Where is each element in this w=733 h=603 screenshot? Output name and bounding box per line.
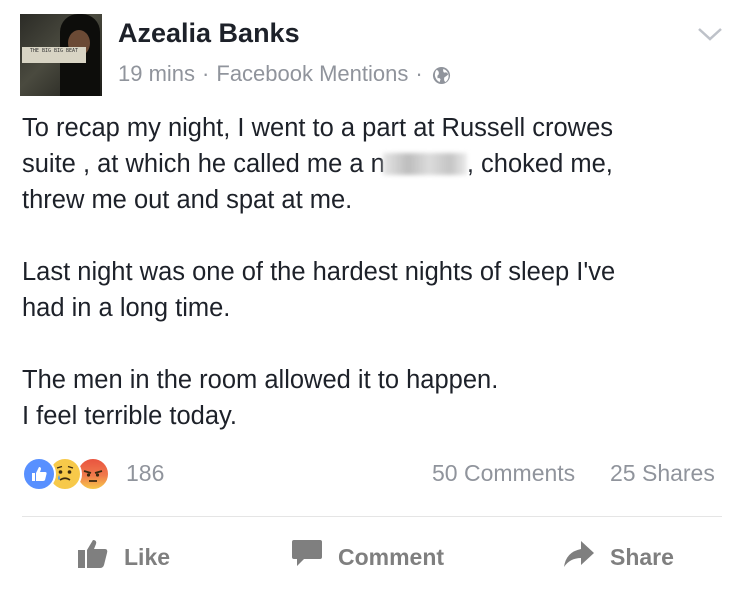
- like-label: Like: [124, 543, 171, 570]
- post-body: To recap my night, I went to a part at R…: [22, 110, 722, 470]
- post-time[interactable]: 19 mins: [118, 61, 195, 87]
- share-label: Share: [610, 543, 674, 570]
- like-button[interactable]: Like: [76, 540, 170, 574]
- chevron-down-icon[interactable]: [696, 24, 724, 44]
- like-reaction-icon: [22, 457, 56, 491]
- reaction-count[interactable]: 186: [126, 460, 164, 487]
- post-source[interactable]: Facebook Mentions: [216, 61, 408, 87]
- share-arrow-icon: [562, 539, 596, 575]
- avatar-caption: THE BIG BIG BEAT: [22, 47, 86, 63]
- avatar[interactable]: THE BIG BIG BEAT: [20, 14, 102, 96]
- comment-label: Comment: [338, 543, 445, 570]
- author-name[interactable]: Azealia Banks: [118, 18, 300, 49]
- globe-icon[interactable]: [432, 65, 451, 84]
- censored-word: [382, 153, 467, 175]
- meta-separator: ·: [202, 61, 210, 86]
- meta-separator: ·: [415, 61, 423, 86]
- post-paragraph: To recap my night, I went to a part at R…: [22, 110, 722, 218]
- post-paragraph: The men in the room allowed it to happen…: [22, 366, 499, 430]
- share-button[interactable]: Share: [562, 540, 674, 574]
- speech-bubble-icon: [290, 538, 324, 576]
- post-paragraph: Last night was one of the hardest nights…: [22, 258, 616, 322]
- comment-button[interactable]: Comment: [290, 540, 444, 574]
- post-meta: 19 mins · Facebook Mentions ·: [118, 61, 451, 87]
- avatar-caption-text: THE BIG BIG BEAT: [29, 48, 79, 54]
- comment-count[interactable]: 50 Comments: [432, 460, 575, 487]
- thumbs-up-icon: [76, 538, 110, 576]
- reaction-icons[interactable]: [22, 457, 122, 491]
- share-count[interactable]: 25 Shares: [610, 460, 715, 487]
- divider: [22, 516, 722, 517]
